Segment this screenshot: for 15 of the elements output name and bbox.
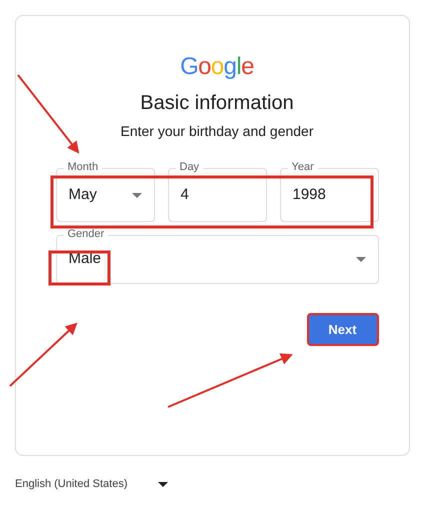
logo: Google [180,53,254,81]
field-value: May [68,184,97,205]
field-value: 4 [180,184,189,205]
annotation-arrow [9,322,78,387]
dropdown-caret-icon [158,482,168,487]
subtitle: Enter your birthday and gender [120,122,314,141]
page-title: Basic information [140,91,294,116]
field-value: 1998 [292,184,326,205]
field-label: Day [176,160,204,174]
dropdown-caret-icon [356,257,366,262]
dropdown-caret-icon [132,192,142,198]
language-select[interactable]: English (United States) [15,476,128,492]
field-value: Male [68,249,102,270]
next-button[interactable]: Next [306,313,378,346]
highlight-box [48,250,110,286]
